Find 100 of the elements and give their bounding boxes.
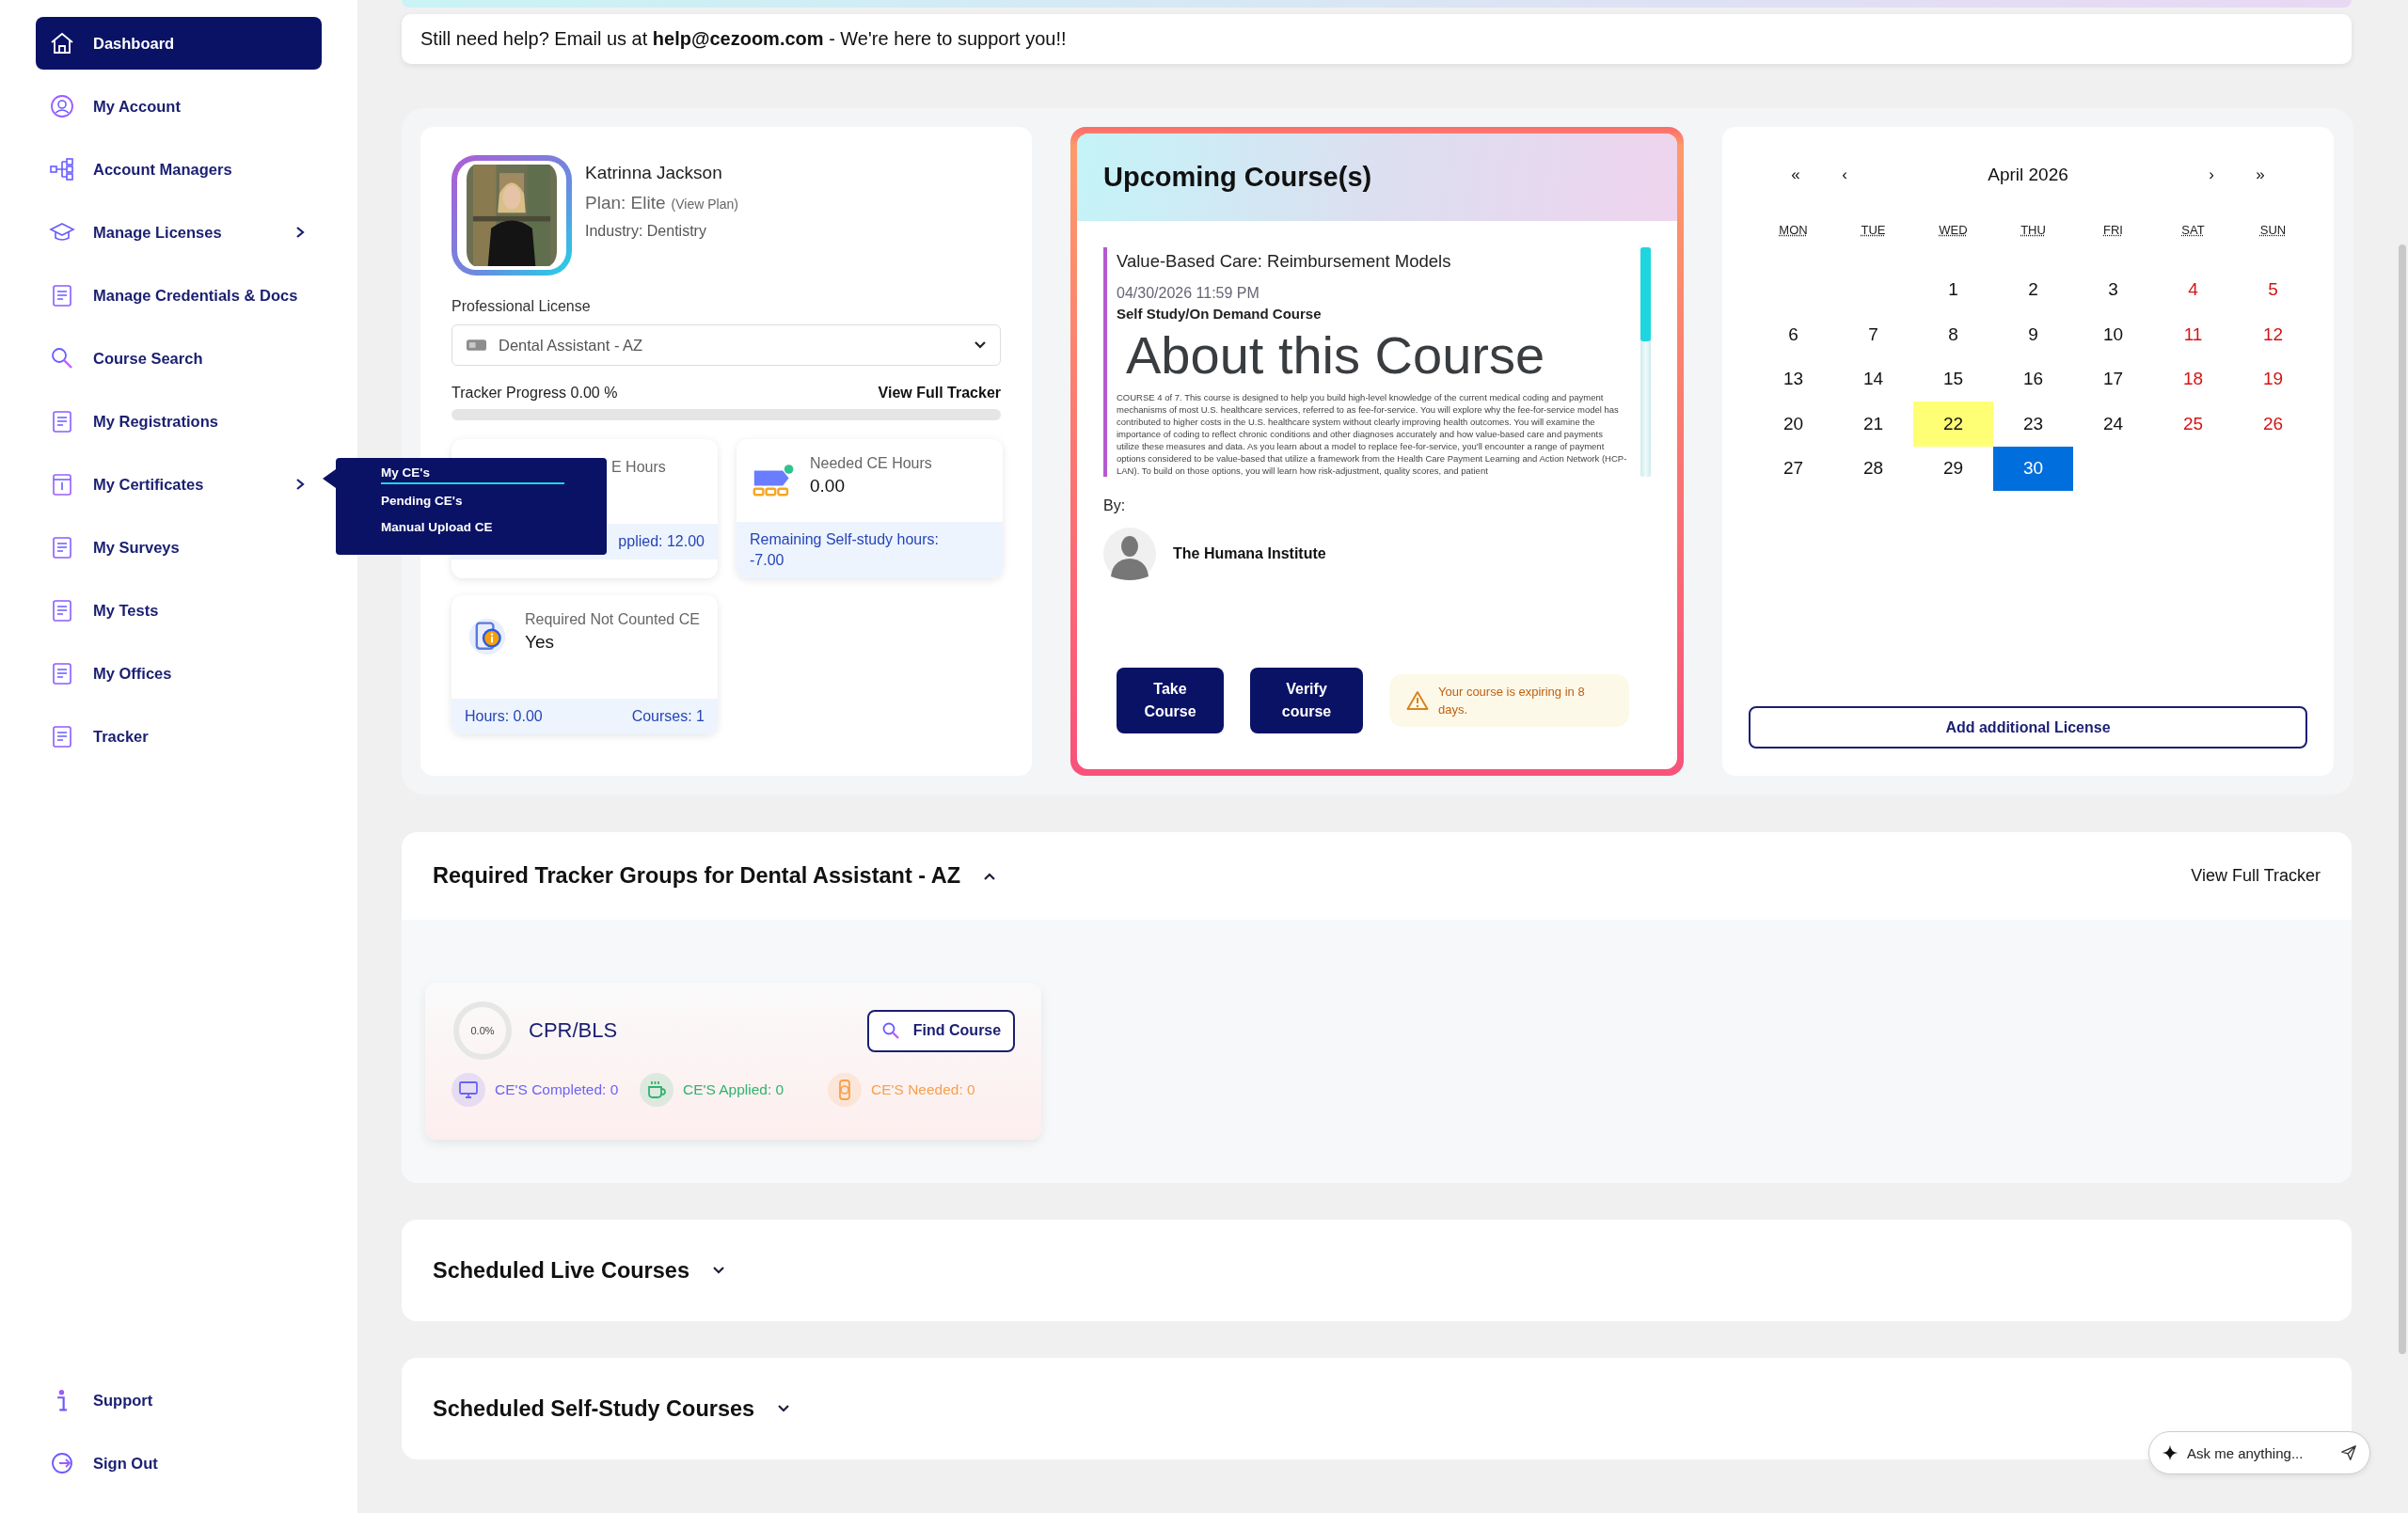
stat-footer-text: Hours: 0.00 [465, 707, 543, 726]
calendar-nav[interactable]: › [2187, 165, 2236, 184]
send-icon[interactable] [2340, 1444, 2357, 1461]
calendar-day[interactable]: 9 [1993, 312, 2073, 357]
calendar-nav[interactable]: ‹ [1820, 165, 1869, 184]
field-label: Professional License [452, 298, 592, 315]
calendar-day[interactable]: 4 [2153, 267, 2233, 312]
calendar-day[interactable]: 25 [2153, 402, 2233, 447]
submenu-item[interactable]: Pending CE's [381, 494, 463, 511]
weekday-label: THU [2020, 223, 2046, 237]
find-course-button[interactable]: Find Course [867, 1009, 1015, 1052]
calendar-day[interactable]: 5 [2233, 267, 2313, 312]
nav-item[interactable]: My Registrations [36, 395, 322, 448]
warning-icon [1406, 690, 1429, 711]
section-title: Scheduled Live Courses [433, 1257, 689, 1284]
nav-item[interactable]: My Certificates [36, 458, 322, 511]
nav-item[interactable]: Course Search [36, 332, 322, 385]
stat-footer-text: pplied: 12.00 [618, 532, 705, 551]
nav-item[interactable]: Dashboard [36, 17, 322, 70]
nav-item[interactable]: My Offices [36, 647, 322, 700]
nav-item[interactable]: Support [36, 1374, 322, 1426]
help-banner: Still need help? Email us at help@cezoom.com - We're here to support you!! [402, 14, 2352, 64]
calendar-day[interactable]: 13 [1753, 356, 1833, 402]
nav-item[interactable]: Manage Licenses [36, 206, 322, 259]
calendar-day[interactable]: 24 [2073, 402, 2153, 447]
weekday-label: FRI [2103, 223, 2123, 237]
weekday-label: WED [1939, 223, 1968, 237]
calendar-day[interactable]: 22 [1913, 402, 1993, 447]
calendar-day[interactable]: 3 [2073, 267, 2153, 312]
course-title: Value-Based Care: Reimbursement Models [1117, 251, 1452, 272]
calendar-day[interactable]: 15 [1913, 356, 1993, 402]
calendar-day[interactable]: 10 [2073, 312, 2153, 357]
calendar-day[interactable]: 17 [2073, 356, 2153, 402]
course-button[interactable]: Take Course [1117, 668, 1224, 733]
weekday-label: SUN [2259, 223, 2287, 237]
scrollbar[interactable] [1640, 247, 1651, 477]
nav-item[interactable]: Tracker [36, 710, 322, 763]
calendar-day[interactable]: 30 [1993, 446, 2073, 491]
weekday-label: TUE [1861, 223, 1886, 237]
view-plan-link[interactable]: (View Plan) [671, 197, 738, 212]
calendar-month: April 2026 [1987, 165, 2069, 185]
org-chart-icon [49, 156, 75, 182]
nav-item[interactable]: Manage Credentials & Docs [36, 269, 322, 322]
search-icon [880, 1021, 900, 1040]
monitor-icon [452, 1073, 485, 1107]
nav-item[interactable]: Account Managers [36, 143, 322, 196]
course-date: 04/30/2026 11:59 PM [1117, 285, 1260, 302]
calendar-day[interactable]: 29 [1913, 446, 1993, 491]
user-icon [49, 93, 75, 119]
calendar-nav[interactable]: » [2236, 165, 2285, 184]
watch-icon [828, 1073, 862, 1107]
calendar-day[interactable]: 6 [1753, 312, 1833, 357]
calendar-day[interactable]: 14 [1833, 356, 1913, 402]
calendar-day[interactable]: 11 [2153, 312, 2233, 357]
stat-footer-text: Courses: 1 [631, 707, 705, 726]
calendar-day[interactable]: 12 [2233, 312, 2313, 357]
nav-item[interactable]: My Surveys [36, 521, 322, 574]
calendar-day[interactable]: 1 [1913, 267, 1993, 312]
nav-item[interactable]: Sign Out [36, 1437, 322, 1489]
stat-label: Required Not Counted CE [525, 610, 700, 629]
chevron-down-icon[interactable] [777, 1404, 791, 1413]
submenu-item[interactable]: Manual Upload CE [381, 520, 493, 537]
license-select[interactable]: Dental Assistant - AZ [452, 324, 1001, 366]
course-heading: About this Course [1126, 325, 1546, 386]
view-tracker-link[interactable]: View Full Tracker [2191, 866, 2321, 886]
course-button[interactable]: Verify course [1250, 668, 1363, 733]
cup-icon [640, 1073, 673, 1107]
add-license-button[interactable]: Add additional License [1749, 706, 2307, 749]
warning-text: Your course is expiring in 8 days. [1438, 684, 1586, 718]
calendar-day[interactable]: 27 [1753, 446, 1833, 491]
calendar-day[interactable]: 23 [1993, 402, 2073, 447]
chevron-down-icon [974, 340, 987, 350]
sparkle-icon [2162, 1444, 2178, 1461]
stat-value: Yes [525, 632, 555, 653]
calendar-day[interactable]: 28 [1833, 446, 1913, 491]
chevron-up-icon[interactable] [983, 871, 997, 881]
collapsible-section[interactable]: Scheduled Live Courses [402, 1220, 2352, 1321]
calendar-day[interactable]: 19 [2233, 356, 2313, 402]
calendar-day[interactable]: 21 [1833, 402, 1913, 447]
avatar-icon [1103, 528, 1156, 580]
calendar-day[interactable]: 7 [1833, 312, 1913, 357]
calendar-day[interactable]: 16 [1993, 356, 2073, 402]
weekday-label: MON [1779, 223, 1808, 237]
scrollbar[interactable] [2399, 244, 2406, 1354]
calendar-day[interactable]: 26 [2233, 402, 2313, 447]
chevron-down-icon[interactable] [711, 1266, 725, 1275]
calendar-day[interactable]: 2 [1993, 267, 2073, 312]
chat-field[interactable]: Ask me anything... [2148, 1431, 2370, 1474]
calendar-nav[interactable]: « [1771, 165, 1820, 184]
view-tracker-link[interactable]: View Full Tracker [878, 385, 1001, 402]
stat-label: CE'S Applied: 0 [683, 1081, 784, 1098]
calendar-day[interactable]: 18 [2153, 356, 2233, 402]
calendar-day[interactable]: 20 [1753, 402, 1833, 447]
nav-item[interactable]: My Tests [36, 584, 322, 637]
calendar-day[interactable]: 8 [1913, 312, 1993, 357]
industry-label: Industry: Dentistry [585, 223, 707, 240]
submenu-item[interactable]: My CE's [381, 465, 564, 484]
stat-label: CE'S Completed: 0 [495, 1081, 619, 1098]
home-icon [49, 30, 75, 56]
nav-item[interactable]: My Account [36, 80, 322, 133]
